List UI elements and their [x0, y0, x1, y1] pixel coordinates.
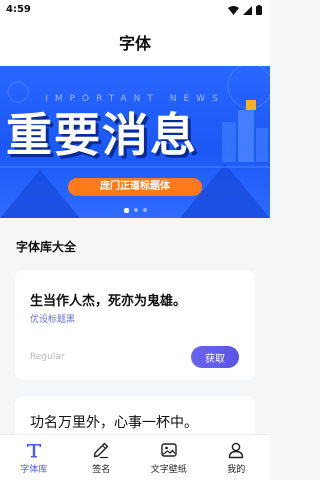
get-font-button[interactable]: 获取: [191, 346, 239, 368]
status-bar: 4:59: [0, 0, 270, 18]
carousel-indicator: [0, 207, 270, 213]
font-sample-text: 功名万里外，心事一杯中。: [30, 415, 198, 431]
banner-headline: 重要消息: [6, 108, 198, 162]
tab-text-wallpaper[interactable]: 文字壁纸: [135, 435, 203, 480]
tab-label: 我的: [227, 465, 246, 475]
battery-icon: [256, 0, 262, 19]
carousel-dot[interactable]: [142, 208, 147, 212]
tab-profile[interactable]: 我的: [203, 435, 271, 480]
page-title: 字体: [118, 34, 151, 53]
banner-english-text: IMPORTANT NEWS: [45, 94, 225, 104]
banner-carousel[interactable]: IMPORTANT NEWS 重要消息 庞门正道标题体: [0, 66, 270, 218]
image-icon: [159, 440, 179, 460]
cellular-signal-icon: [243, 0, 252, 19]
carousel-dot[interactable]: [133, 208, 138, 212]
font-style: Regular: [30, 352, 65, 362]
pen-icon: [91, 440, 111, 460]
wifi-icon: [228, 0, 239, 19]
status-time: 4:59: [6, 3, 31, 15]
font-T-icon: [24, 440, 44, 460]
carousel-dot[interactable]: [123, 207, 129, 213]
tab-font-library[interactable]: 字体库: [0, 435, 68, 480]
tab-label: 文字壁纸: [150, 465, 187, 475]
font-sample-text: 生当作人杰，死亦为鬼雄。: [30, 294, 187, 309]
section-title: 字体库大全: [16, 240, 77, 254]
banner-font-label: 庞门正道标题体: [68, 178, 202, 196]
font-card[interactable]: 生当作人杰，死亦为鬼雄。 优设标题黑 Regular 获取: [15, 270, 255, 380]
bottom-tab-bar: 字体库 签名 文字壁纸 我的: [0, 434, 270, 480]
top-bar: 字体: [0, 18, 270, 66]
status-icons: [228, 0, 262, 19]
tab-signature[interactable]: 签名: [68, 435, 136, 480]
tab-label: 字体库: [20, 465, 48, 475]
tab-label: 签名: [92, 465, 111, 475]
person-icon: [226, 440, 246, 460]
font-name: 优设标题黑: [30, 315, 76, 325]
